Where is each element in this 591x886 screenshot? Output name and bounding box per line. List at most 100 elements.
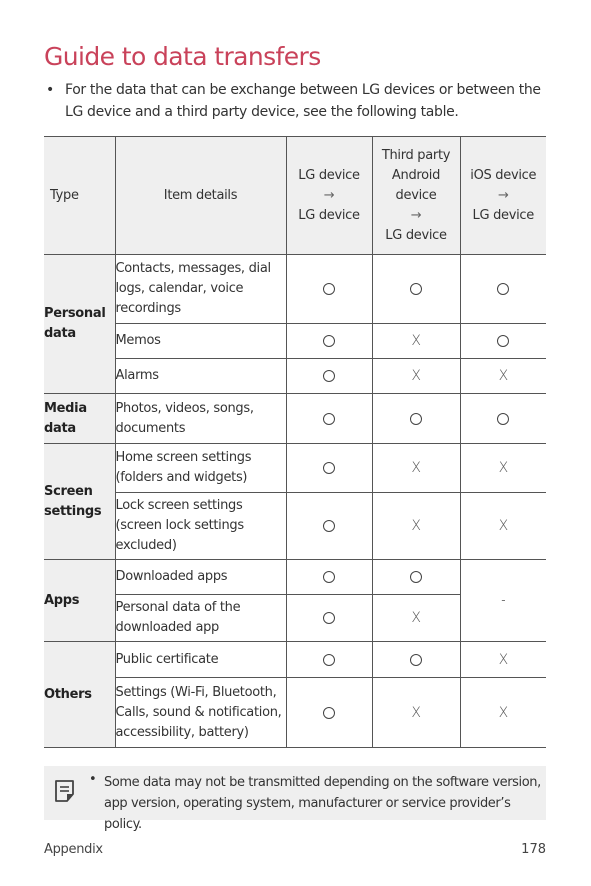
- status-cell-lg: [285, 358, 373, 394]
- not-supported-x-mark: X: [411, 610, 421, 626]
- type-cell: Personal data: [44, 254, 116, 394]
- not-supported-x-mark: X: [411, 333, 421, 349]
- intro-paragraph: • For the data that can be exchange betw…: [44, 79, 554, 123]
- status-cell-ios: [459, 323, 546, 359]
- bullet: •: [89, 772, 97, 787]
- note-icon: [54, 779, 76, 807]
- status-cell-ios: X: [459, 358, 546, 394]
- header-line: LG device: [385, 227, 447, 243]
- arrow-icon: →: [410, 207, 422, 223]
- status-cell-third: [371, 254, 461, 324]
- page-number: 178: [521, 842, 546, 857]
- status-cell-ios: X: [459, 492, 546, 560]
- supported-circle-icon: [323, 571, 335, 583]
- header-line: iOS device: [470, 167, 537, 183]
- status-cell-third: X: [371, 443, 461, 493]
- header-line: Android: [391, 167, 441, 183]
- item-details-cell: Photos, videos, songs, documents: [114, 393, 287, 444]
- status-cell-lg: [285, 641, 373, 678]
- status-cell-ios: X: [459, 443, 546, 493]
- status-cell-lg: [285, 594, 373, 642]
- supported-circle-icon: [323, 370, 335, 382]
- arrow-icon: →: [323, 187, 335, 203]
- table-row: Others Public certificate X: [44, 641, 546, 748]
- status-cell-third: [371, 641, 461, 678]
- table-row: Lock screen settings (screen lock settin…: [44, 492, 546, 560]
- footer-section: Appendix: [44, 842, 103, 857]
- header-lg-to-lg: LG device → LG device: [285, 136, 373, 255]
- table-row: Settings (Wi-Fi, Bluetooth, Calls, sound…: [44, 677, 546, 748]
- status-cell-third: [371, 393, 461, 444]
- status-cell-ios: X: [459, 641, 546, 678]
- page-title: Guide to data transfers: [44, 42, 321, 71]
- not-supported-x-mark: X: [498, 518, 509, 534]
- item-details-cell: Home screen settings (folders and widget…: [114, 443, 287, 493]
- not-supported-x-mark: X: [411, 460, 421, 476]
- arrow-icon: →: [497, 187, 509, 203]
- status-cell-lg: [285, 393, 373, 444]
- status-cell-third: X: [371, 594, 460, 642]
- status-cell-third: [371, 559, 461, 595]
- supported-circle-icon: [410, 653, 422, 666]
- supported-circle-icon: [323, 706, 335, 719]
- status-cell-third: X: [371, 677, 461, 748]
- header-item-details: Item details: [114, 136, 287, 255]
- table-header-row: Type Item details LG device → LG device …: [44, 136, 546, 255]
- item-details-cell: Public certificate: [114, 641, 287, 678]
- supported-circle-icon: [497, 283, 510, 295]
- supported-circle-icon: [497, 412, 510, 425]
- header-line: device: [395, 187, 437, 203]
- header-type: Type: [44, 136, 116, 255]
- header-third-party-to-lg: Third party Android device → LG device: [371, 136, 461, 255]
- intro-text: For the data that can be exchange betwee…: [65, 82, 541, 120]
- item-details-cell: Memos: [115, 323, 287, 359]
- status-cell-lg: [285, 443, 373, 493]
- status-cell-ios: [459, 393, 546, 444]
- item-details-cell: Lock screen settings (screen lock settin…: [115, 492, 287, 560]
- status-cell-ios: [459, 254, 546, 324]
- status-cell-ios: X: [459, 677, 546, 748]
- data-transfer-table: Type Item details LG device → LG device …: [44, 136, 546, 748]
- item-details-cell: Settings (Wi-Fi, Bluetooth, Calls, sound…: [115, 677, 287, 748]
- not-supported-x-mark: X: [498, 368, 509, 384]
- status-cell-third: X: [371, 358, 461, 394]
- not-supported-x-mark: X: [498, 651, 509, 668]
- table-row: Alarms X X: [44, 358, 546, 394]
- item-details-cell: Downloaded apps: [114, 559, 287, 595]
- supported-circle-icon: [497, 335, 510, 347]
- type-cell: Others: [44, 641, 116, 748]
- supported-circle-icon: [323, 462, 335, 474]
- header-line: Third party: [381, 147, 451, 163]
- not-supported-x-mark: X: [411, 368, 421, 384]
- status-cell-third: X: [371, 323, 461, 359]
- table-row: Personal data Contacts, messages, dial lo…: [44, 254, 546, 394]
- table-row: Apps Downloaded apps -: [44, 559, 546, 642]
- header-line: LG device: [472, 207, 535, 223]
- status-cell-third: X: [371, 492, 461, 560]
- status-cell-lg: [285, 254, 373, 324]
- supported-circle-icon: [410, 412, 422, 425]
- not-supported-x-mark: X: [498, 704, 509, 721]
- supported-circle-icon: [323, 612, 335, 624]
- status-cell-lg: [285, 559, 373, 595]
- supported-circle-icon: [410, 283, 422, 295]
- bullet: •: [46, 82, 54, 98]
- type-cell: Screen settings: [44, 443, 116, 560]
- not-applicable-mark: -: [501, 593, 506, 607]
- item-details-cell: Personal data of the downloaded app: [115, 594, 287, 642]
- supported-circle-icon: [410, 571, 422, 583]
- type-cell: Apps: [44, 559, 116, 642]
- header-line: LG device: [298, 207, 360, 223]
- item-details-cell: Contacts, messages, dial logs, calendar,…: [114, 254, 287, 324]
- header-line: LG device: [298, 167, 360, 183]
- table-row: Media data Photos, videos, songs, documen…: [44, 393, 546, 444]
- item-details-cell: Alarms: [115, 358, 287, 394]
- status-cell-lg: [285, 323, 373, 359]
- note-box: • Some data may not be transmitted depen…: [44, 766, 546, 832]
- not-supported-x-mark: X: [498, 460, 509, 476]
- table-row: Memos X: [44, 323, 546, 359]
- type-cell: Media data: [44, 393, 116, 444]
- status-cell-ios: -: [459, 559, 546, 642]
- supported-circle-icon: [323, 412, 335, 425]
- supported-circle-icon: [323, 520, 335, 532]
